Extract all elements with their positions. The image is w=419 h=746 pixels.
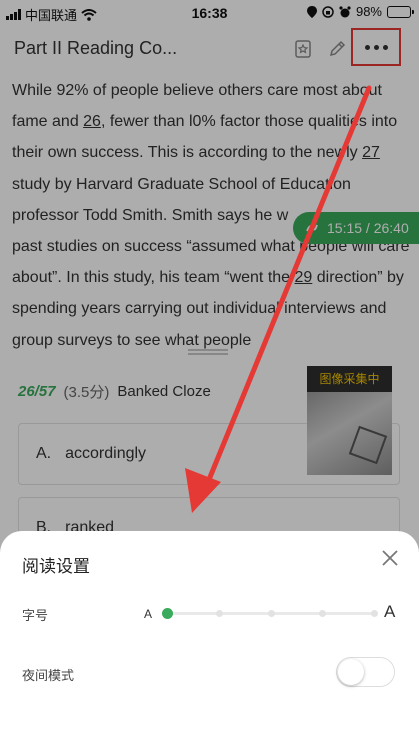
edit-button[interactable]	[324, 36, 350, 62]
night-mode-toggle[interactable]	[336, 657, 395, 687]
option-letter: A.	[36, 445, 52, 462]
font-large-indicator: A	[384, 602, 396, 621]
slider-thumb[interactable]	[162, 608, 173, 619]
status-bar: 中国联通 16:38 98%	[0, 0, 419, 26]
bookmark-button[interactable]	[290, 36, 316, 62]
font-size-slider[interactable]	[162, 608, 378, 619]
battery-icon	[387, 5, 414, 18]
drag-handle[interactable]	[188, 349, 228, 355]
close-button[interactable]	[379, 547, 401, 569]
orientation-lock-icon	[322, 5, 334, 18]
blank-26[interactable]: 26	[83, 113, 101, 130]
location-icon	[306, 5, 317, 18]
wave-icon	[306, 224, 318, 232]
camera-preview: 图像采集中	[307, 366, 392, 478]
slider-tick	[371, 610, 378, 617]
close-icon	[382, 550, 398, 566]
blank-29[interactable]: 29	[295, 269, 313, 286]
status-right: 98%	[306, 4, 414, 19]
page-title: Part II Reading Co...	[14, 38, 178, 58]
question-index: 26/57	[18, 383, 56, 400]
more-options-button[interactable]	[351, 28, 401, 66]
option-text: accordingly	[65, 445, 147, 462]
toggle-knob	[338, 659, 364, 685]
question-header: 26/57 (3.5分) Banked Cloze	[18, 381, 211, 402]
blank-27[interactable]: 27	[362, 144, 380, 161]
battery-percent: 98%	[355, 4, 382, 19]
slider-tick	[215, 610, 223, 617]
pencil-icon	[329, 40, 346, 57]
font-size-label: 字号	[22, 608, 49, 623]
alarm-icon	[339, 5, 351, 17]
slider-tick	[267, 610, 275, 617]
sheet-title: 阅读设置	[22, 557, 90, 576]
more-dots-icon	[364, 44, 388, 50]
camera-feed-object	[348, 425, 388, 465]
slider-tick	[319, 610, 327, 617]
timer-pill[interactable]: 15:15 / 26:40	[293, 212, 419, 244]
camera-status-label: 图像采集中	[319, 372, 380, 386]
bookmark-star-icon	[295, 40, 311, 58]
font-small-indicator: A	[144, 607, 153, 621]
night-mode-label: 夜间模式	[22, 668, 75, 683]
question-score: (3.5分)	[63, 384, 110, 401]
reading-settings-sheet: 阅读设置 字号 A A 夜间模式	[0, 531, 419, 746]
camera-feed-image	[307, 392, 392, 478]
question-type: Banked Cloze	[117, 383, 211, 400]
timer-text: 15:15 / 26:40	[327, 220, 409, 236]
